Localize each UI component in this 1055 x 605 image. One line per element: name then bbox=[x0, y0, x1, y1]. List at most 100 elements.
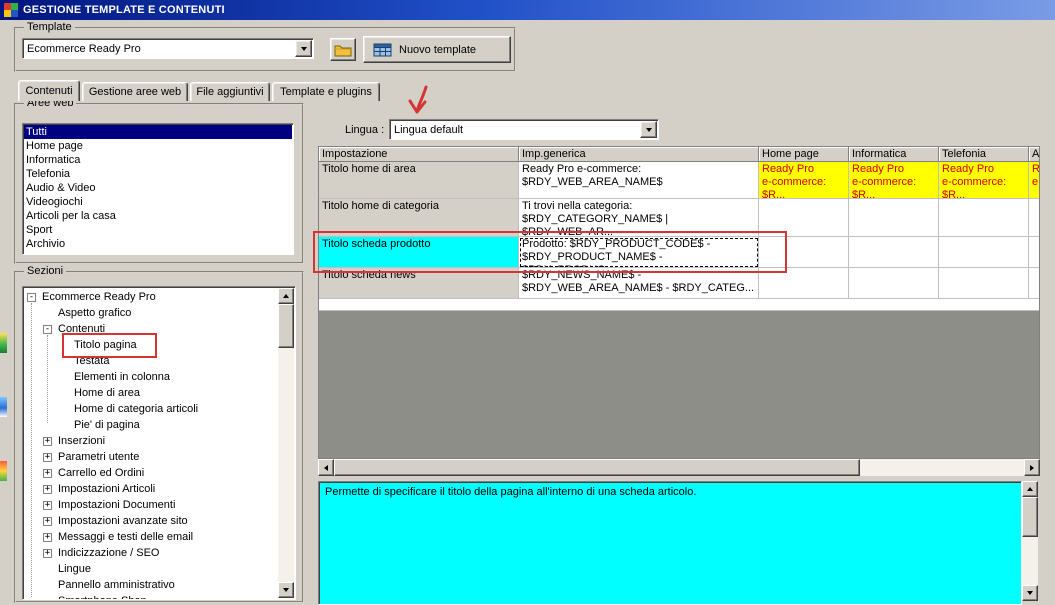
grid-cell[interactable]: Ready Pro e-commerce: $R... bbox=[759, 162, 849, 199]
grid-cell[interactable]: Titolo home di categoria bbox=[319, 199, 519, 237]
grid-cell[interactable]: Ready Pro e-commerce: $R... bbox=[939, 162, 1029, 199]
grid-cell[interactable]: Ready Pro e-commerce: $RDY_WEB_AREA_NAME… bbox=[519, 162, 759, 199]
tree-item-label: Inserzioni bbox=[58, 435, 106, 447]
tree-expand-plus-icon[interactable]: + bbox=[43, 548, 52, 558]
grid-cell[interactable] bbox=[849, 199, 939, 237]
sezioni-groupbox: Sezioni - Ecommerce Ready Pro Aspetto gra… bbox=[14, 265, 304, 603]
tree-item[interactable]: + Messaggi e testi delle email bbox=[24, 529, 294, 545]
open-template-folder-button[interactable] bbox=[330, 38, 356, 61]
listbox-item[interactable]: Archivio bbox=[24, 237, 292, 251]
tree-expand-plus-icon[interactable]: + bbox=[43, 500, 52, 510]
tree-item[interactable]: - Contenuti bbox=[24, 321, 294, 337]
tree-item[interactable]: + Impostazioni avanzate sito bbox=[24, 513, 294, 529]
grid-cell-focused[interactable]: Prodotto: $RDY_PRODUCT_CODE$ - $RDY_PROD… bbox=[519, 237, 759, 268]
listbox-item[interactable]: Audio & Video bbox=[24, 181, 292, 195]
scroll-down-button[interactable] bbox=[1022, 585, 1038, 601]
scroll-left-button[interactable] bbox=[318, 459, 334, 476]
tree-item[interactable]: Pie' di pagina bbox=[24, 417, 294, 433]
tree-item[interactable]: Elementi in colonna bbox=[24, 369, 294, 385]
window-title: GESTIONE TEMPLATE E CONTENUTI bbox=[23, 4, 225, 16]
grid-cell[interactable]: Re e... bbox=[1029, 162, 1039, 199]
grid-cell[interactable]: Ti trovi nella categoria: $RDY_CATEGORY_… bbox=[519, 199, 759, 237]
tree-item[interactable]: Lingue bbox=[24, 561, 294, 577]
nuovo-template-button[interactable]: Nuovo template bbox=[363, 36, 511, 63]
tree-expand-plus-icon[interactable]: + bbox=[43, 484, 52, 494]
tab-template-e-plugins[interactable]: Template e plugins bbox=[272, 82, 380, 101]
grid-cell[interactable] bbox=[939, 268, 1029, 299]
grid-cell[interactable] bbox=[759, 237, 849, 268]
tree-item[interactable]: Smartphone Shop bbox=[24, 593, 294, 599]
tree-item-label: Aspetto grafico bbox=[58, 307, 132, 319]
help-vertical-scrollbar[interactable] bbox=[1022, 481, 1038, 601]
tree-item[interactable]: + Carrello ed Ordini bbox=[24, 465, 294, 481]
tree-expand-minus-icon[interactable]: - bbox=[43, 324, 52, 334]
template-combobox-dropdown-button[interactable] bbox=[295, 40, 312, 57]
tree-item[interactable]: Home di area bbox=[24, 385, 294, 401]
listbox-item[interactable]: Articoli per la casa bbox=[24, 209, 292, 223]
grid-cell[interactable] bbox=[1029, 199, 1039, 237]
scroll-up-button[interactable] bbox=[1022, 481, 1038, 497]
grid-cell[interactable] bbox=[939, 237, 1029, 268]
scroll-up-button[interactable] bbox=[278, 288, 294, 304]
listbox-item[interactable]: Home page bbox=[24, 139, 292, 153]
tree-item[interactable]: + Impostazioni Documenti bbox=[24, 497, 294, 513]
scroll-down-button[interactable] bbox=[278, 582, 294, 598]
desktop-icon-fragment bbox=[0, 461, 7, 481]
scrollbar-track[interactable] bbox=[278, 348, 294, 582]
lingua-combobox[interactable]: Lingua default bbox=[389, 119, 659, 140]
tree-expand-plus-icon[interactable]: + bbox=[43, 532, 52, 542]
tree-item[interactable]: + Parametri utente bbox=[24, 449, 294, 465]
listbox-item[interactable]: Informatica bbox=[24, 153, 292, 167]
tree-item-label: Home di area bbox=[74, 387, 141, 399]
grid-cell[interactable] bbox=[759, 199, 849, 237]
grid-cell[interactable]: Titolo scheda news bbox=[319, 268, 519, 299]
listbox-item[interactable]: Videogiochi bbox=[24, 195, 292, 209]
tab-gestione-aree-web[interactable]: Gestione aree web bbox=[82, 82, 188, 101]
grid-cell[interactable] bbox=[849, 268, 939, 299]
grid-cell[interactable] bbox=[1029, 237, 1039, 268]
scroll-right-button[interactable] bbox=[1024, 459, 1040, 476]
grid-column-header: Impostazione bbox=[319, 147, 519, 162]
scrollbar-track[interactable] bbox=[1022, 537, 1038, 585]
grid-cell[interactable] bbox=[759, 268, 849, 299]
grid-cell[interactable]: Titolo home di area bbox=[319, 162, 519, 199]
template-groupbox: Template Ecommerce Ready Pro Nuovo templ… bbox=[14, 21, 516, 72]
grid-horizontal-scrollbar[interactable] bbox=[318, 459, 1040, 476]
scrollbar-thumb[interactable] bbox=[1022, 497, 1038, 537]
tree-expand-plus-icon[interactable]: + bbox=[43, 452, 52, 462]
tree-item[interactable]: Testata bbox=[24, 353, 294, 369]
grid-cell[interactable] bbox=[939, 199, 1029, 237]
grid-cell[interactable] bbox=[849, 237, 939, 268]
tree-item[interactable]: + Impostazioni Articoli bbox=[24, 481, 294, 497]
desktop-icon-fragment bbox=[0, 333, 7, 353]
tree-item[interactable]: Pannello amministrativo bbox=[24, 577, 294, 593]
tree-expand-plus-icon[interactable]: + bbox=[43, 516, 52, 526]
scrollbar-thumb[interactable] bbox=[278, 304, 294, 348]
tree-item[interactable]: Aspetto grafico bbox=[24, 305, 294, 321]
sezioni-groupbox-label: Sezioni bbox=[24, 265, 67, 278]
tab-contenuti[interactable]: Contenuti bbox=[18, 80, 80, 101]
tree-scrollbar[interactable] bbox=[278, 288, 294, 598]
grid-cell[interactable] bbox=[1029, 268, 1039, 299]
grid-cell[interactable]: Ready Pro e-commerce: $R... bbox=[849, 162, 939, 199]
template-combobox[interactable]: Ecommerce Ready Pro bbox=[22, 38, 314, 59]
tree-expand-plus-icon[interactable]: + bbox=[43, 468, 52, 478]
listbox-item[interactable]: Tutti bbox=[24, 125, 292, 139]
tree-expand-plus-icon[interactable]: + bbox=[43, 436, 52, 446]
tree-item-label: Pie' di pagina bbox=[74, 419, 140, 431]
tree-item[interactable]: - Ecommerce Ready Pro bbox=[24, 289, 294, 305]
lingua-combobox-dropdown-button[interactable] bbox=[640, 121, 657, 138]
grid-cell[interactable]: $RDY_NEWS_NAME$ - $RDY_WEB_AREA_NAME$ - … bbox=[519, 268, 759, 299]
listbox-item[interactable]: Telefonia bbox=[24, 167, 292, 181]
tab-file-aggiuntivi[interactable]: File aggiuntivi bbox=[190, 82, 270, 101]
tree-item[interactable]: Home di categoria articoli bbox=[24, 401, 294, 417]
scrollbar-thumb[interactable] bbox=[334, 459, 860, 476]
tree-expand-minus-icon[interactable]: - bbox=[27, 292, 36, 302]
grid-cell[interactable]: Titolo scheda prodotto bbox=[319, 237, 519, 268]
listbox-item[interactable]: Sport bbox=[24, 223, 292, 237]
tree-item[interactable]: + Indicizzazione / SEO bbox=[24, 545, 294, 561]
app-icon bbox=[4, 3, 18, 17]
scrollbar-track[interactable] bbox=[860, 459, 1024, 476]
tree-item-titolo-pagina[interactable]: Titolo pagina bbox=[24, 337, 294, 353]
tree-item[interactable]: + Inserzioni bbox=[24, 433, 294, 449]
